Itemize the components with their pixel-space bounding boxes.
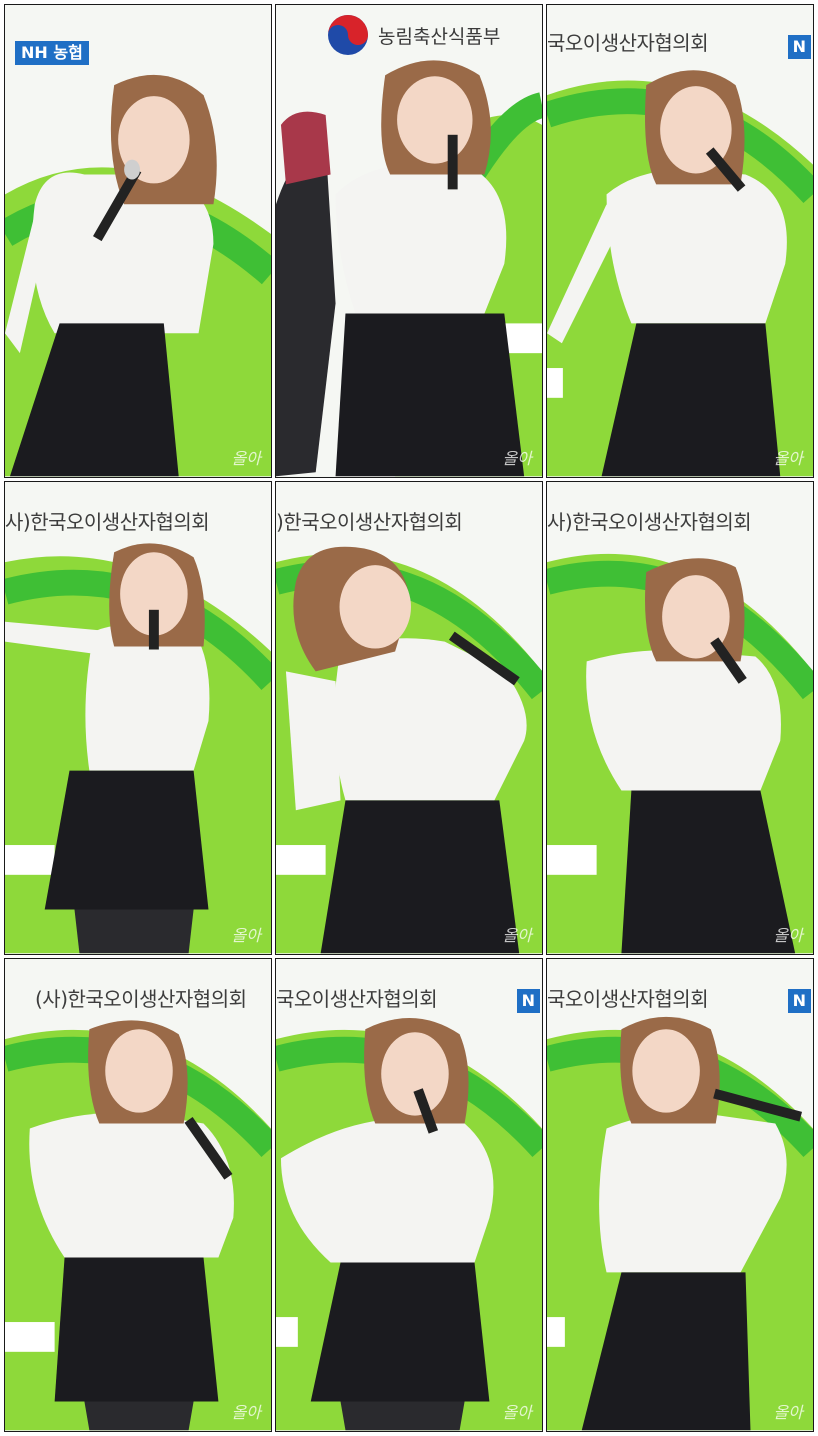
photo-tile-8: 국오이생산자협의회 N 올아 bbox=[275, 958, 543, 1432]
nh-logo-text: NH 농협 bbox=[15, 41, 89, 65]
photo-tile-6: 사)한국오이생산자협의회 올아 bbox=[546, 481, 814, 955]
photo-tile-5: )한국오이생산자협의회 올아 bbox=[275, 481, 543, 955]
performer-photo bbox=[5, 482, 271, 954]
photo-tile-9: 국오이생산자협의회 N 올아 bbox=[546, 958, 814, 1432]
watermark: 올아 bbox=[773, 449, 803, 468]
banner-text: 사)한국오이생산자협의회 bbox=[5, 510, 210, 534]
banner-text: 사)한국오이생산자협의회 bbox=[547, 510, 752, 534]
performer-photo bbox=[547, 5, 813, 477]
nh-logo: N bbox=[787, 35, 811, 59]
photo-tile-7: (사)한국오이생산자협의회 올아 bbox=[4, 958, 272, 1432]
photo-collage: NH 농협 올아 농림축산식품부 올아 국오이생산자협의회 N 올아 사)한국오… bbox=[0, 0, 818, 1436]
watermark: 올아 bbox=[773, 1403, 803, 1422]
banner-text: (사)한국오이생산자협의회 bbox=[35, 987, 247, 1011]
watermark: 올아 bbox=[502, 449, 532, 468]
performer-photo bbox=[5, 959, 271, 1431]
watermark: 올아 bbox=[231, 926, 261, 945]
nh-logo: N bbox=[516, 989, 540, 1013]
photo-tile-4: 사)한국오이생산자협의회 올아 bbox=[4, 481, 272, 955]
watermark: 올아 bbox=[773, 926, 803, 945]
taegeuk-emblem-icon bbox=[328, 15, 368, 55]
watermark: 올아 bbox=[231, 1403, 261, 1422]
watermark: 올아 bbox=[231, 449, 261, 468]
performer-photo bbox=[276, 5, 542, 477]
performer-photo bbox=[276, 482, 542, 954]
photo-tile-1: NH 농협 올아 bbox=[4, 4, 272, 478]
watermark: 올아 bbox=[502, 926, 532, 945]
banner-text: 국오이생산자협의회 bbox=[547, 31, 709, 55]
photo-tile-3: 국오이생산자협의회 N 올아 bbox=[546, 4, 814, 478]
banner-text: 국오이생산자협의회 bbox=[276, 987, 438, 1011]
performer-photo bbox=[547, 959, 813, 1431]
watermark: 올아 bbox=[502, 1403, 532, 1422]
nh-logo: N bbox=[787, 989, 811, 1013]
ministry-logo: 농림축산식품부 bbox=[326, 13, 500, 57]
nh-logo: NH 농협 bbox=[15, 39, 185, 67]
ministry-name: 농림축산식품부 bbox=[378, 25, 501, 48]
banner-text: )한국오이생산자협의회 bbox=[276, 510, 463, 534]
photo-tile-2: 농림축산식품부 올아 bbox=[275, 4, 543, 478]
performer-photo bbox=[547, 482, 813, 954]
performer-photo bbox=[5, 5, 271, 477]
performer-photo bbox=[276, 959, 542, 1431]
banner-text: 국오이생산자협의회 bbox=[547, 987, 709, 1011]
